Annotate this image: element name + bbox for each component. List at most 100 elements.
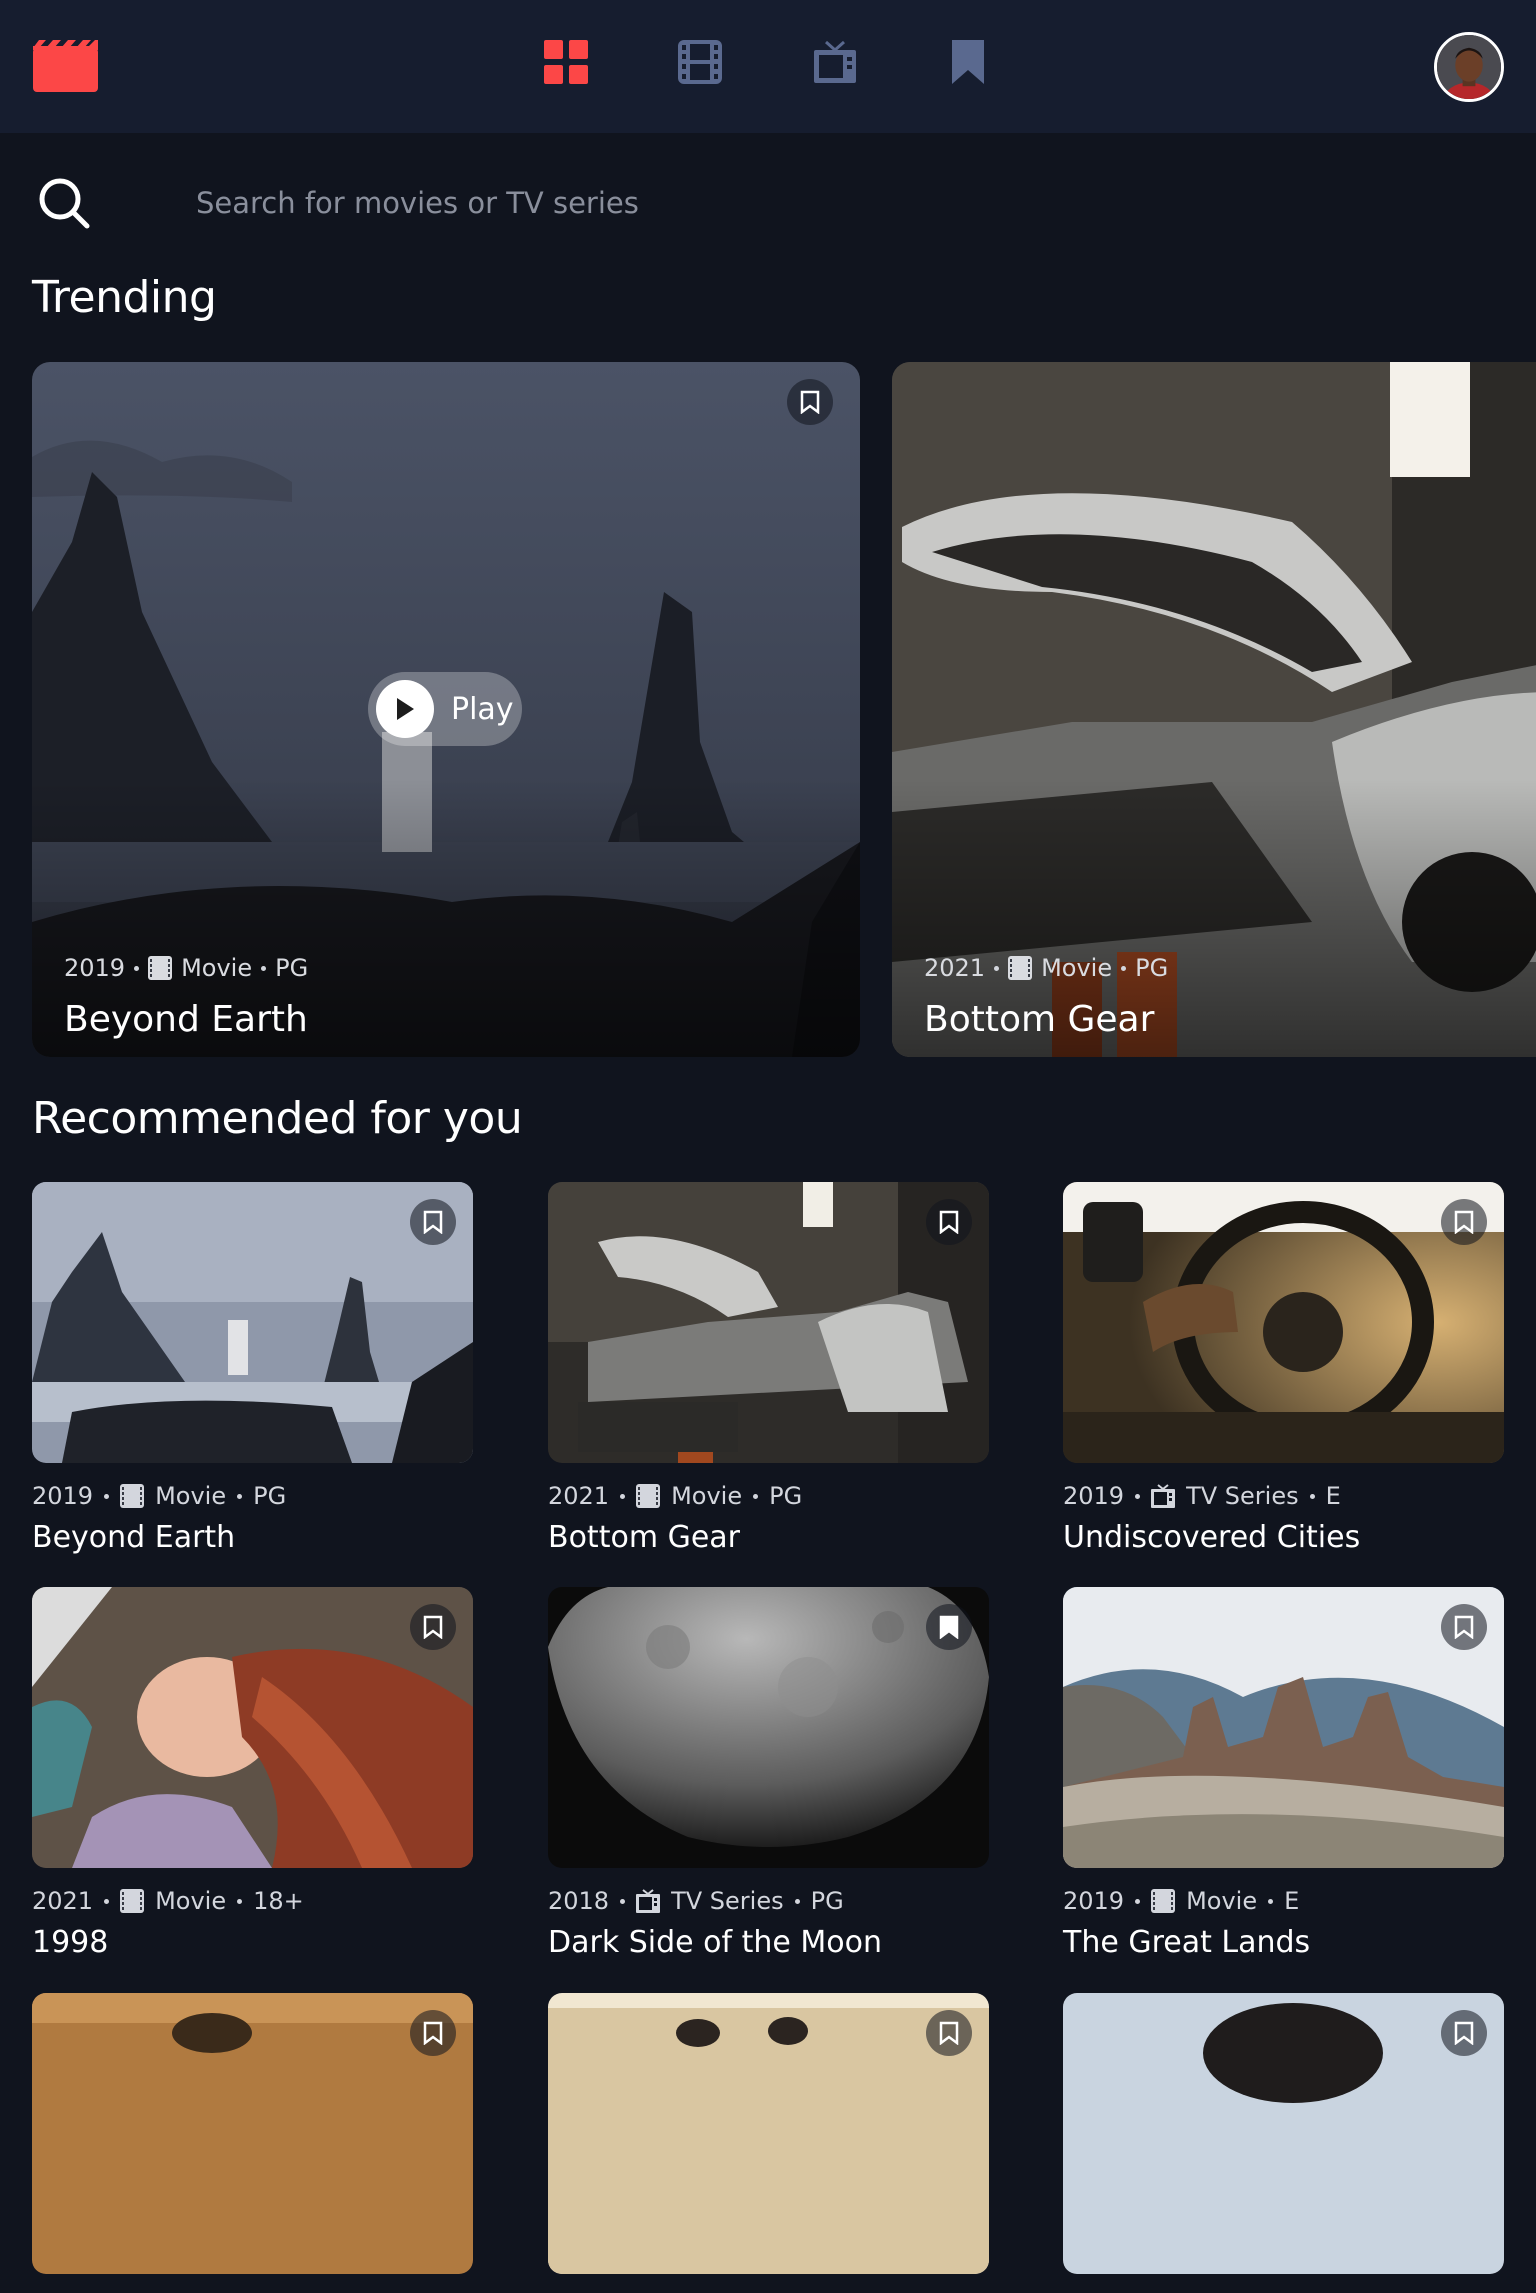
separator-dot <box>104 1898 110 1904</box>
bookmark-button[interactable] <box>410 2010 456 2056</box>
card-title: The Great Lands <box>1063 1925 1311 1960</box>
thumbnail-image <box>32 1587 473 1868</box>
bookmark-button[interactable] <box>787 379 833 425</box>
bookmark-filled-icon <box>939 1615 959 1639</box>
year: 2019 <box>1063 1887 1125 1915</box>
separator-dot <box>104 1493 110 1499</box>
card-title: Beyond Earth <box>32 1520 236 1555</box>
recommended-card[interactable]: 2019 Movie PG Beyond Earth <box>32 1182 473 1555</box>
recommended-card[interactable]: 2018 TV Series PG Dark Side of the Moon <box>548 1587 989 1960</box>
top-navigation-bar <box>0 0 1536 133</box>
recommended-heading: Recommended for you <box>32 1093 523 1144</box>
nav-tv-series-icon[interactable] <box>813 40 857 84</box>
thumbnail-image <box>1063 1993 1504 2274</box>
recommended-card[interactable]: 2021 Movie PG Bottom Gear <box>548 1182 989 1555</box>
bookmark-empty-icon <box>1454 1210 1474 1234</box>
clapperboard-logo-icon[interactable] <box>33 40 98 92</box>
separator-dot <box>134 965 140 971</box>
card-meta: 2019 Movie PG <box>32 1482 286 1510</box>
thumbnail-image <box>1063 1182 1504 1463</box>
play-icon <box>376 680 434 738</box>
separator-dot <box>1309 1493 1315 1499</box>
thumbnail-image <box>32 1993 473 2274</box>
trending-meta: 2019 Movie PG <box>64 954 308 982</box>
bookmark-button[interactable] <box>1441 2010 1487 2056</box>
film-icon <box>120 1889 145 1913</box>
separator-dot <box>1135 1898 1141 1904</box>
bookmark-empty-icon <box>1454 1615 1474 1639</box>
bookmark-empty-icon <box>423 1210 443 1234</box>
thumbnail-image <box>548 1182 989 1463</box>
tv-icon <box>1151 1484 1176 1508</box>
rating: PG <box>275 954 309 982</box>
bookmark-button[interactable] <box>1441 1199 1487 1245</box>
category: Movie <box>155 1482 227 1510</box>
category: Movie <box>1186 1887 1258 1915</box>
nav-movies-film-icon[interactable] <box>678 40 722 84</box>
rating: PG <box>253 1482 287 1510</box>
category: Movie <box>155 1887 227 1915</box>
play-button[interactable]: Play <box>368 672 522 746</box>
bookmark-button[interactable] <box>410 1199 456 1245</box>
separator-dot <box>237 1493 243 1499</box>
year: 2021 <box>924 954 986 982</box>
separator-dot <box>994 965 1000 971</box>
category: TV Series <box>1186 1482 1299 1510</box>
play-label: Play <box>451 691 514 727</box>
thumbnail-image <box>1063 1587 1504 1868</box>
film-icon <box>1008 956 1033 980</box>
separator-dot <box>620 1493 626 1499</box>
bookmark-button[interactable] <box>410 1604 456 1650</box>
recommended-card[interactable] <box>548 1993 989 2293</box>
trending-card[interactable]: 2021 Movie PG Bottom Gear <box>892 362 1536 1057</box>
recommended-card[interactable] <box>32 1993 473 2293</box>
bookmark-empty-icon <box>939 1210 959 1234</box>
bookmark-button[interactable] <box>926 2010 972 2056</box>
card-meta: 2019 TV Series E <box>1063 1482 1341 1510</box>
trending-heading: Trending <box>32 272 217 323</box>
card-meta: 2021 Movie PG <box>548 1482 802 1510</box>
bookmark-empty-icon <box>939 2021 959 2045</box>
search-icon <box>36 175 92 231</box>
category: Movie <box>671 1482 743 1510</box>
tv-icon <box>636 1889 661 1913</box>
recommended-card[interactable]: 2021 Movie 18+ 1998 <box>32 1587 473 1960</box>
trending-card[interactable]: Play 2019 Movie PG Beyond Earth <box>32 362 860 1057</box>
nav-bookmark-icon[interactable] <box>946 40 990 84</box>
bookmark-empty-icon <box>800 390 820 414</box>
card-meta: 2018 TV Series PG <box>548 1887 844 1915</box>
nav-home-grid-icon[interactable] <box>544 40 588 84</box>
film-icon <box>120 1484 145 1508</box>
bookmark-empty-icon <box>1454 2021 1474 2045</box>
bookmark-button[interactable] <box>926 1199 972 1245</box>
separator-dot <box>1135 1493 1141 1499</box>
film-icon <box>148 956 173 980</box>
category: Movie <box>181 954 253 982</box>
recommended-card[interactable]: 2019 TV Series E Undiscovered Cities <box>1063 1182 1504 1555</box>
bookmark-button[interactable] <box>1441 1604 1487 1650</box>
film-icon <box>1151 1889 1176 1913</box>
search-input[interactable] <box>196 178 1096 228</box>
recommended-card[interactable]: 2019 Movie E The Great Lands <box>1063 1587 1504 1960</box>
separator-dot <box>1268 1898 1274 1904</box>
trending-gradient-overlay <box>892 362 1536 1057</box>
user-avatar[interactable] <box>1434 32 1504 102</box>
bookmark-button[interactable] <box>926 1604 972 1650</box>
card-title: Bottom Gear <box>548 1520 740 1555</box>
film-icon <box>636 1484 661 1508</box>
card-meta: 2021 Movie 18+ <box>32 1887 304 1915</box>
thumbnail-image <box>548 1993 989 2274</box>
card-title: Dark Side of the Moon <box>548 1925 882 1960</box>
bookmark-empty-icon <box>423 2021 443 2045</box>
card-title: Undiscovered Cities <box>1063 1520 1361 1555</box>
rating: PG <box>1135 954 1169 982</box>
separator-dot <box>753 1493 759 1499</box>
trending-title: Bottom Gear <box>924 999 1155 1040</box>
recommended-card[interactable] <box>1063 1993 1504 2293</box>
thumbnail-image <box>548 1587 989 1868</box>
rating: PG <box>769 1482 803 1510</box>
card-title: 1998 <box>32 1925 109 1960</box>
trending-title: Beyond Earth <box>64 999 308 1040</box>
category: Movie <box>1041 954 1113 982</box>
separator-dot <box>794 1898 800 1904</box>
